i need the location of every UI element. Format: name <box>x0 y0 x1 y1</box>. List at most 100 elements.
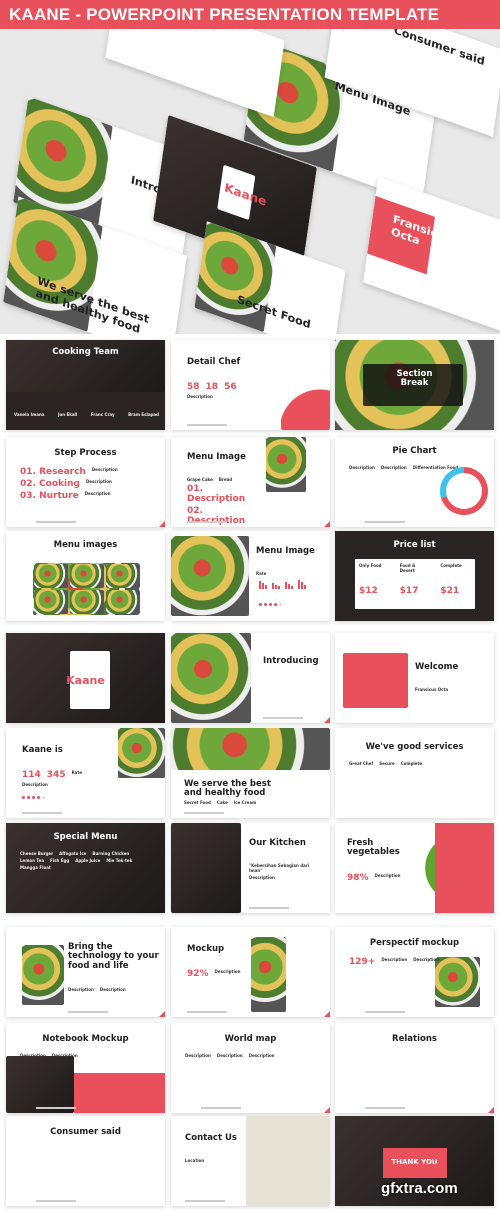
bar <box>272 583 274 589</box>
slide-item-text: Only Food <box>359 563 382 568</box>
slide-item-text: "Kebersihan Sebagian dari Iman" <box>249 863 310 873</box>
text-line <box>68 1011 108 1013</box>
slide-photo <box>281 350 330 430</box>
slide-thumbnail[interactable]: Kaane <box>6 633 165 723</box>
rating-star <box>37 796 40 799</box>
slide-item-text: $21 <box>440 585 460 596</box>
slide-photo <box>343 653 408 708</box>
slide-thumbnail[interactable]: Relations <box>335 1023 494 1113</box>
slide-item-text: Description <box>381 957 408 962</box>
slide-thumbnail[interactable]: World map Description Description Descripti… <box>171 1023 330 1113</box>
slide-title: Price list <box>393 540 436 550</box>
slide-title: Step Process <box>54 448 117 458</box>
slide-title: Pie Chart <box>392 446 437 456</box>
corner-mark <box>159 521 165 527</box>
slide-thumbnail[interactable]: Welcome Fransicus Octa <box>335 633 494 723</box>
corner-mark <box>324 521 330 527</box>
slide-items: 98% Description <box>347 873 422 883</box>
slide-item-text: 56 <box>224 382 237 392</box>
slide-thumbnail[interactable]: Consumer said <box>6 1116 165 1206</box>
slide-item-text: Description <box>249 875 275 880</box>
slide-thumbnail[interactable]: Fresh vegetables 98% Description <box>335 823 494 913</box>
slide-thumbnail[interactable]: Contact Us Location <box>171 1116 330 1206</box>
slide-item-text: 02. Description <box>187 506 245 526</box>
slide-thumbnail[interactable]: Mockup 92% Description <box>171 927 330 1017</box>
rating-star <box>279 603 282 606</box>
slide-thumbnail[interactable]: Menu images <box>6 531 165 621</box>
slide-photo <box>171 728 330 770</box>
slide-thumbnail[interactable]: Step Process 01. Research Description 02. C… <box>6 437 165 527</box>
slide-item-text: Description <box>99 987 126 992</box>
slide-item-text: Description <box>185 1053 211 1058</box>
text-line <box>185 1200 225 1202</box>
slide-thumbnail[interactable]: Bring the technology to your food and li… <box>6 927 165 1017</box>
text-line <box>22 812 62 814</box>
slide-item-text: Rate <box>256 571 267 576</box>
slide-thumbnail[interactable]: Notebook Mockup Description Description <box>6 1023 165 1113</box>
slide-item-text: Apple Juice <box>75 858 101 863</box>
slide-thumbnail[interactable]: Price list Only Food $12 Food & Desert $17 Co… <box>335 531 494 621</box>
slide-thumbnail[interactable]: Section Break <box>335 340 494 430</box>
slide-title: THANK YOU <box>391 1158 438 1166</box>
slide-thumbnail[interactable]: We've good services Great Chef Secure Compl… <box>335 728 494 818</box>
slide-item-text: Franc Cray <box>90 412 115 417</box>
slide-title: Notebook Mockup <box>42 1034 129 1044</box>
menu-photo <box>70 564 104 588</box>
slide-thumbnail[interactable]: Our Kitchen "Kebersihan Sebagian dari Ima… <box>171 823 330 913</box>
slide-item-text: Location <box>185 1158 205 1163</box>
slide-item-text: Cake <box>216 800 228 805</box>
slide-title: Fresh vegetables <box>347 838 400 858</box>
slide-title: Introducing <box>263 656 319 666</box>
slide-title: Welcome <box>415 662 459 672</box>
red-panel <box>435 823 494 913</box>
slide-item-text: $17 <box>399 585 419 596</box>
slide-item-text: Description <box>216 1053 243 1058</box>
slide-thumbnail[interactable]: Pie Chart Description Description Different… <box>335 437 494 527</box>
slide-item-text: 92% <box>187 969 209 979</box>
slide-photo <box>266 437 306 492</box>
rating-star <box>264 603 267 606</box>
text-line <box>187 1011 227 1013</box>
menu-photo <box>70 590 104 614</box>
slide-items: 114 345 Rate Description <box>22 770 97 787</box>
slide-item-text: Description <box>20 1053 46 1058</box>
slide-item-text: Complete <box>400 761 423 766</box>
slide-item-text: Description <box>51 1053 78 1058</box>
bar <box>298 580 300 589</box>
slide-thumbnail[interactable]: Cooking Team Vanela Imana Jon Ekall Franc C… <box>6 340 165 430</box>
menu-photo <box>34 590 68 614</box>
slide-item-text: Bram Eslapad <box>128 412 159 417</box>
corner-mark <box>324 1107 330 1113</box>
slide-thumbnail[interactable]: We serve the best and healthy food Secret… <box>171 728 330 818</box>
slide-thumbnail[interactable]: Special Menu Cheese Burger Affogato Ice Bur… <box>6 823 165 913</box>
slide-items: Rate <box>256 571 321 576</box>
slide-thumbnail[interactable]: Kaane is 114 345 Rate Description <box>6 728 165 818</box>
slide-item-text: Description <box>413 957 440 962</box>
slide-item-text: Jon Ekall <box>57 412 78 417</box>
slide-title: We've good services <box>365 742 464 752</box>
slide-thumbnail[interactable]: Perspectif mockup 129+ Description Descript… <box>335 927 494 1017</box>
slide-item-text: Grape Cake <box>187 477 213 482</box>
slide-title: Menu Image <box>187 452 246 462</box>
slide-thumbnail[interactable]: Menu Image Rate <box>171 531 330 621</box>
slide-item-text: 03. Nurture <box>20 491 79 501</box>
slide-item-text: Description <box>68 987 94 992</box>
text-line <box>187 424 227 426</box>
slide-title: Special Menu <box>53 832 118 842</box>
slide-thumbnail[interactable]: Introducing <box>171 633 330 723</box>
slide-title: World map <box>224 1034 277 1044</box>
donut-chart <box>440 467 488 515</box>
text-line <box>184 812 224 814</box>
slide-item-text: 02. Cooking <box>20 479 80 489</box>
slide-item-text: Description <box>84 491 111 496</box>
hero-preview: IntroducingMenu ImageConsumer saidWe ser… <box>0 29 500 334</box>
slide-items: Description Description Description <box>185 1053 316 1058</box>
slide-thumbnail[interactable]: Detail Chef 58 18 56 Description <box>171 340 330 430</box>
slide-item-text: Rate <box>71 770 82 775</box>
slide-items: 01. Research Description 02. Cooking Descri… <box>20 467 151 501</box>
slide-title: Consumer said <box>50 1127 121 1137</box>
slide-thumbnail[interactable]: Menu Image Grape Cake Bread 01. Description… <box>171 437 330 527</box>
slide-photo <box>22 945 64 1005</box>
slide-items: 58 18 56 Description <box>187 382 262 399</box>
bar <box>301 582 303 589</box>
